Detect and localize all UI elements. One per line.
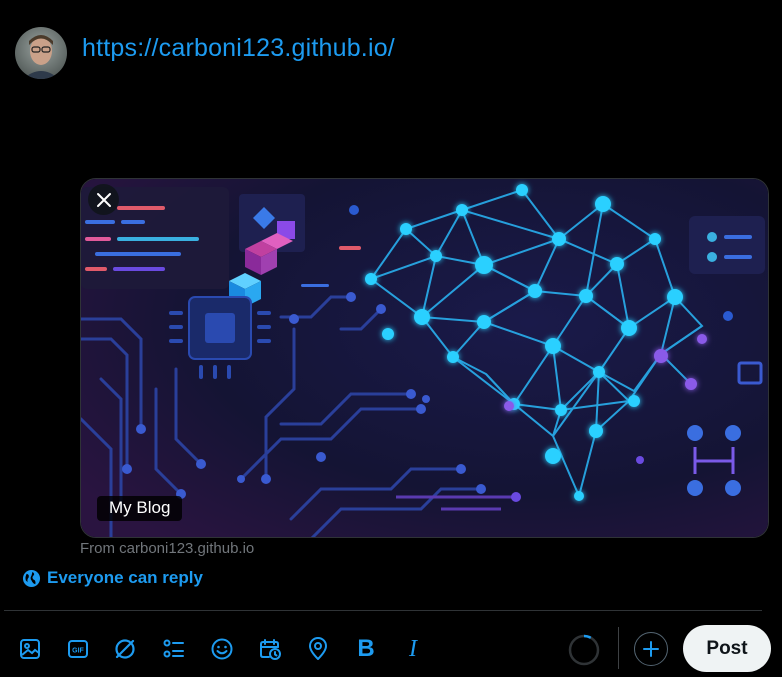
grok-icon: [115, 639, 135, 659]
media-icon: [20, 639, 40, 659]
emoji-icon: [211, 638, 233, 660]
tweet-text[interactable]: https://carboni123.github.io/: [82, 34, 395, 63]
svg-text:GIF: GIF: [72, 648, 84, 655]
schedule-icon: [260, 639, 281, 660]
post-button[interactable]: Post: [683, 625, 771, 672]
schedule-button[interactable]: [257, 636, 283, 662]
remove-card-button[interactable]: [88, 184, 119, 215]
italic-button[interactable]: I: [400, 636, 426, 662]
reply-setting-button[interactable]: Everyone can reply: [22, 568, 203, 588]
location-button[interactable]: [305, 636, 331, 662]
gif-icon: GIF: [68, 640, 88, 658]
card-image: [81, 179, 768, 537]
poll-button[interactable]: [161, 636, 187, 662]
reply-setting-label: Everyone can reply: [47, 568, 203, 587]
character-count-ring: [568, 634, 600, 666]
bold-icon: B: [357, 635, 375, 662]
link-preview-card[interactable]: My Blog: [80, 178, 769, 538]
globe-icon: [22, 569, 41, 587]
close-icon: [96, 192, 111, 207]
avatar[interactable]: [15, 27, 67, 79]
poll-icon: [163, 639, 184, 658]
gif-button[interactable]: GIF: [65, 636, 91, 662]
italic-icon: I: [409, 635, 417, 662]
bold-button[interactable]: B: [353, 635, 379, 662]
emoji-button[interactable]: [209, 636, 235, 662]
grok-button[interactable]: [112, 636, 138, 662]
divider: [4, 610, 762, 611]
media-button[interactable]: [17, 636, 43, 662]
plus-icon: [643, 641, 659, 657]
card-title: My Blog: [97, 496, 183, 521]
location-icon: [309, 637, 327, 660]
card-source: From carboni123.github.io: [80, 540, 255, 557]
add-post-button[interactable]: [634, 632, 668, 666]
toolbar-separator: [618, 627, 619, 669]
